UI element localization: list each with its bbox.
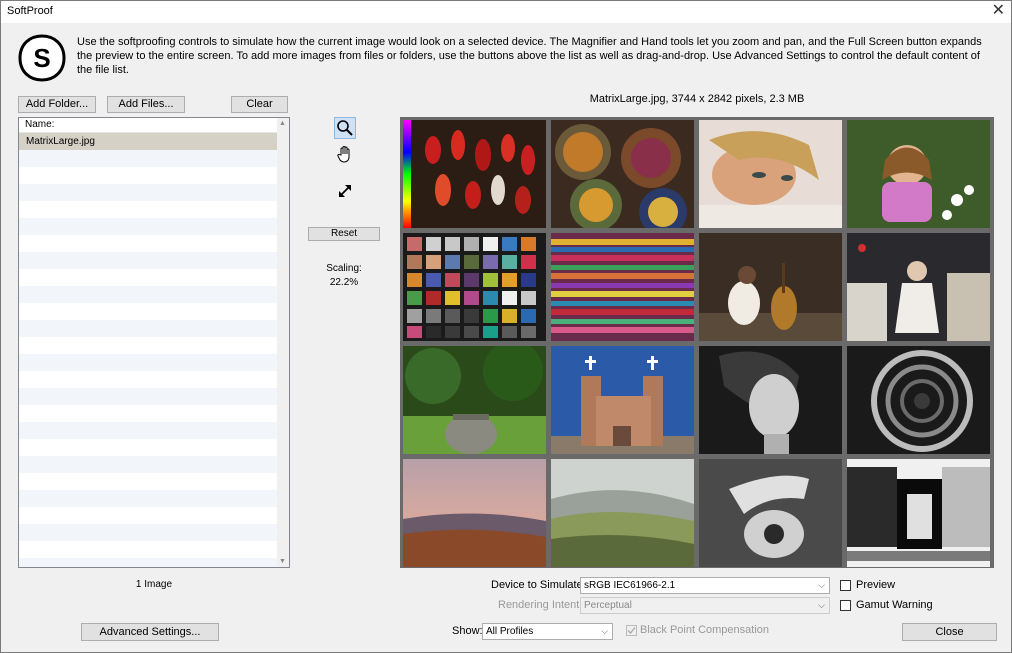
photo-plates — [551, 120, 694, 228]
photo-color-checker — [403, 233, 546, 341]
photo-scooter — [699, 459, 842, 567]
title-bar: SoftProof ✕ — [1, 1, 1011, 23]
logo-letter: S — [33, 43, 50, 73]
scaling-value: 22.2% — [329, 277, 359, 288]
empty-row — [19, 320, 278, 337]
empty-row — [19, 218, 278, 235]
advanced-settings-button[interactable]: Advanced Settings... — [81, 623, 219, 641]
rendering-intent-value: Perceptual — [584, 600, 632, 611]
preview-checkbox[interactable] — [840, 580, 851, 591]
gamut-warning-checkbox[interactable] — [840, 600, 851, 611]
device-select[interactable]: sRGB IEC61966-2.1 ⌵ — [580, 577, 830, 594]
list-item[interactable]: MatrixLarge.jpg — [19, 133, 278, 150]
image-count: 1 Image — [135, 579, 173, 590]
photo-church — [551, 346, 694, 454]
file-list[interactable]: Name: MatrixLarge.jpg ▲ ▼ — [18, 117, 290, 568]
hand-icon — [337, 146, 350, 163]
softproof-window: SoftProof ✕ S Use the softproofing contr… — [0, 0, 1012, 653]
gamut-warning-label: Gamut Warning — [856, 599, 933, 611]
black-point-checkbox[interactable] — [626, 625, 637, 636]
chevron-down-icon: ⌵ — [601, 626, 608, 636]
rendering-intent-label: Rendering Intent: — [498, 599, 583, 611]
empty-row — [19, 541, 278, 558]
photo-street-woman — [847, 233, 990, 341]
photo-girl-flowers — [847, 120, 990, 228]
empty-row — [19, 507, 278, 524]
empty-row — [19, 201, 278, 218]
image-info: MatrixLarge.jpg, 3744 x 2842 pixels, 2.3… — [589, 93, 805, 105]
photo-spiral-stairs — [847, 346, 990, 454]
list-scrollbar[interactable]: ▲ ▼ — [277, 118, 289, 567]
device-value: sRGB IEC61966-2.1 — [584, 580, 676, 591]
photo-textiles — [551, 233, 694, 341]
image-preview[interactable] — [400, 117, 994, 568]
add-files-button[interactable]: Add Files... — [107, 96, 185, 113]
photo-peppers — [403, 120, 546, 228]
close-window-icon[interactable]: ✕ — [992, 2, 1005, 20]
empty-row — [19, 184, 278, 201]
preview-label: Preview — [856, 579, 896, 591]
black-point-label: Black Point Compensation — [640, 624, 770, 636]
empty-row — [19, 337, 278, 354]
empty-row — [19, 422, 278, 439]
show-value: All Profiles — [486, 626, 534, 637]
photo-sunset-field — [403, 459, 546, 567]
reset-button[interactable]: Reset — [308, 227, 380, 241]
add-folder-button[interactable]: Add Folder... — [18, 96, 96, 113]
window-title: SoftProof — [7, 5, 53, 17]
fullscreen-icon — [339, 185, 351, 197]
close-button[interactable]: Close — [902, 623, 997, 641]
rendering-intent-select[interactable]: Perceptual ⌵ — [580, 597, 830, 614]
photo-test-chart — [847, 459, 990, 567]
empty-row — [19, 167, 278, 184]
empty-row — [19, 473, 278, 490]
clear-button[interactable]: Clear — [231, 96, 288, 113]
empty-row — [19, 286, 278, 303]
empty-row — [19, 371, 278, 388]
empty-row — [19, 354, 278, 371]
empty-row — [19, 558, 278, 567]
empty-row — [19, 303, 278, 320]
chevron-down-icon: ⌵ — [818, 600, 825, 610]
scroll-up-icon[interactable]: ▲ — [279, 120, 286, 127]
show-select[interactable]: All Profiles ⌵ — [482, 623, 613, 640]
photo-garden-urn — [403, 346, 546, 454]
empty-row — [19, 524, 278, 541]
fullscreen-button[interactable] — [334, 180, 356, 202]
photo-tuscany-hills — [551, 459, 694, 567]
scroll-down-icon[interactable]: ▼ — [279, 558, 286, 565]
intro-text: Use the softproofing controls to simulat… — [77, 36, 982, 76]
empty-row — [19, 388, 278, 405]
softproof-logo-icon: S — [18, 34, 66, 82]
photo-cellist — [699, 233, 842, 341]
empty-row — [19, 235, 278, 252]
magnifier-tool-button[interactable] — [334, 117, 356, 139]
device-label: Device to Simulate: — [491, 579, 586, 591]
checkmark-icon — [627, 627, 636, 634]
scaling-label: Scaling: — [326, 263, 362, 274]
empty-row — [19, 439, 278, 456]
empty-row — [19, 405, 278, 422]
show-label: Show: — [452, 625, 483, 637]
photo-bw-portrait — [699, 346, 842, 454]
chevron-down-icon: ⌵ — [818, 580, 825, 590]
empty-row — [19, 252, 278, 269]
list-rows: MatrixLarge.jpg — [19, 133, 289, 567]
magnifier-icon — [337, 120, 353, 136]
empty-row — [19, 150, 278, 167]
empty-row — [19, 269, 278, 286]
empty-row — [19, 490, 278, 507]
hand-tool-button[interactable] — [334, 143, 356, 165]
empty-row — [19, 456, 278, 473]
photo-woman-blonde — [699, 120, 842, 228]
list-header-name: Name: — [19, 118, 284, 133]
